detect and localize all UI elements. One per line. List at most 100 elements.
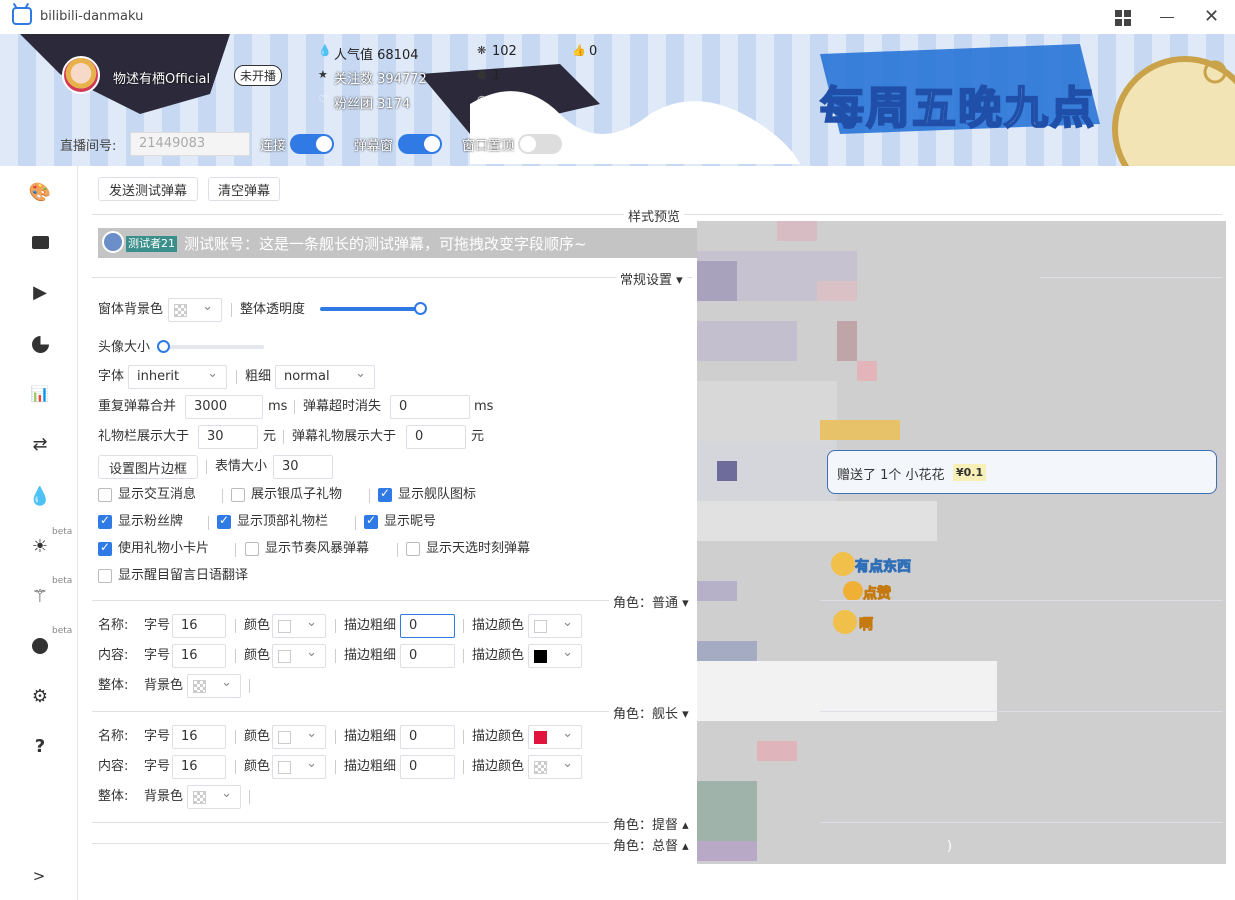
weight-select[interactable]: normal — [275, 365, 375, 389]
giftbar-input[interactable]: 30 — [198, 425, 258, 449]
drop-icon: 💧 — [318, 44, 332, 57]
beta-badge: beta — [52, 626, 73, 636]
role-governor-heading[interactable]: 角色：总督 ▴ — [609, 835, 693, 854]
user-count: 1 — [492, 68, 501, 83]
rhythm-storm-checkbox[interactable] — [245, 542, 259, 556]
sidebar: 🎨 ▶ 📊 ⇄ 💧 ☀ beta ⚚ beta beta ⚙ ? > — [0, 166, 78, 900]
content-stroke-input[interactable]: 0 — [400, 644, 455, 668]
general-settings-heading[interactable]: 常规设置 ▾ — [616, 269, 687, 288]
room-id-input[interactable]: 21449083 — [130, 132, 250, 156]
topmost-toggle[interactable] — [518, 134, 562, 154]
nickname-label: 显示昵号 — [384, 514, 437, 529]
clear-button[interactable]: 清空弹幕 — [208, 177, 280, 201]
name-size-input[interactable]: 16 — [172, 725, 226, 749]
close-button[interactable]: ✕ — [1204, 6, 1219, 27]
name-size-label: 字号 — [144, 729, 171, 744]
content-stroke-input[interactable]: 0 — [400, 755, 455, 779]
avatar[interactable] — [62, 56, 100, 94]
name-color-picker[interactable] — [272, 725, 326, 749]
giftbar-unit: 元 — [263, 429, 277, 444]
name-stroke-color-picker[interactable] — [528, 614, 582, 638]
connect-label: 连接 — [260, 139, 287, 154]
name-stroke-input[interactable]: 0 — [400, 725, 455, 749]
content-color-picker[interactable] — [272, 644, 326, 668]
avatar-size-slider-handle[interactable] — [157, 340, 170, 353]
overall-bg-picker[interactable] — [187, 785, 241, 809]
image-border-button[interactable]: 设置图片边框 — [98, 455, 198, 479]
emote-size-input[interactable]: 30 — [273, 455, 333, 479]
fan-medal-checkbox[interactable] — [98, 513, 112, 529]
content-size-label: 字号 — [144, 759, 171, 774]
bar-chart-icon[interactable]: 📊 — [26, 380, 54, 408]
name-stroke-input[interactable]: 0 — [400, 614, 455, 638]
streamer-name: 物述有栖Official — [113, 72, 211, 87]
drop-icon[interactable]: 💧 — [26, 482, 54, 510]
name-stroke-color-picker[interactable] — [528, 725, 582, 749]
magic-wand-icon[interactable]: ⚚ — [26, 582, 54, 610]
windows-icon[interactable] — [1115, 10, 1131, 26]
expand-icon[interactable]: > — [25, 862, 53, 890]
nickname-checkbox[interactable] — [364, 513, 378, 529]
timeout-input[interactable]: 0 — [390, 395, 470, 419]
gear-icon[interactable]: ⚙ — [26, 682, 54, 710]
content-size-input[interactable]: 16 — [172, 644, 226, 668]
gift-card-checkbox[interactable] — [98, 540, 112, 556]
opacity-slider[interactable] — [320, 307, 424, 311]
name-color-picker[interactable] — [272, 614, 326, 638]
role-normal-heading[interactable]: 角色：普通 ▾ — [609, 592, 693, 611]
sun-icon[interactable]: ☀ — [26, 532, 54, 560]
role-admiral-heading[interactable]: 角色：提督 ▴ — [609, 814, 693, 833]
bomb-icon[interactable] — [26, 632, 54, 660]
watching-count: 57 — [492, 93, 509, 108]
lottery-checkbox[interactable] — [406, 542, 420, 556]
minimize-button[interactable] — [1160, 17, 1174, 18]
gift-icon: ❋ — [477, 44, 487, 57]
silver-gift-checkbox[interactable] — [231, 488, 245, 502]
user-icon: ● — [477, 68, 487, 81]
palette-icon[interactable]: 🎨 — [26, 178, 54, 206]
overall-label: 整体: — [98, 789, 129, 804]
captain-icon — [102, 231, 124, 253]
font-select[interactable]: inherit — [128, 365, 227, 389]
fleet-icon-label: 显示舰队图标 — [398, 487, 477, 502]
content-stroke-color-picker[interactable] — [528, 755, 582, 779]
topmost-label: 窗口置顶 — [462, 139, 515, 154]
content-stroke-color-picker[interactable] — [528, 644, 582, 668]
sticker-thumb-icon — [843, 581, 863, 601]
content-stroke-label: 描边粗细 — [344, 759, 397, 774]
opacity-slider-handle[interactable] — [414, 302, 427, 315]
giftbar-label: 礼物栏展示大于 — [98, 429, 190, 444]
sc-translate-checkbox[interactable] — [98, 569, 112, 583]
interaction-checkbox[interactable] — [98, 488, 112, 502]
sticker-dog-icon — [831, 552, 855, 576]
thumb-up-icon: 👍 — [572, 44, 586, 57]
banner: 每周五晚九点 物述有栖Official 未开播 💧 人气值 68104 ★ 关注… — [0, 34, 1235, 166]
lottery-label: 显示天选时刻弹幕 — [426, 541, 531, 556]
play-icon[interactable]: ▶ — [26, 278, 54, 306]
content-size-label: 字号 — [144, 648, 171, 663]
merge-input[interactable]: 3000 — [185, 395, 263, 419]
font-label: 字体 — [98, 369, 125, 384]
send-test-button[interactable]: 发送测试弹幕 — [98, 177, 198, 201]
fan-medal-label: 显示粉丝牌 — [118, 514, 184, 529]
like-count: 0 — [589, 44, 598, 59]
top-gift-bar-checkbox[interactable] — [217, 513, 231, 529]
help-icon[interactable]: ? — [26, 732, 54, 760]
content-size-input[interactable]: 16 — [172, 755, 226, 779]
connect-toggle[interactable] — [290, 134, 334, 154]
content-color-picker[interactable] — [272, 755, 326, 779]
avatar-size-slider[interactable] — [160, 345, 264, 349]
window-title: bilibili-danmaku — [40, 9, 144, 24]
repeat-icon[interactable]: ⇄ — [26, 430, 54, 458]
danmaku-window-toggle[interactable] — [398, 134, 442, 154]
content-color-label: 颜色 — [244, 648, 271, 663]
name-size-input[interactable]: 16 — [172, 614, 226, 638]
bg-color-label: 窗体背景色 — [98, 302, 164, 317]
fleet-icon-checkbox[interactable] — [378, 486, 392, 502]
pie-chart-icon[interactable] — [26, 330, 54, 358]
overall-bg-picker[interactable] — [187, 674, 241, 698]
giftdm-input[interactable]: 0 — [406, 425, 466, 449]
role-captain-heading[interactable]: 角色：舰长 ▾ — [609, 703, 693, 722]
chat-icon[interactable] — [26, 228, 54, 256]
bg-color-picker[interactable] — [168, 298, 222, 322]
